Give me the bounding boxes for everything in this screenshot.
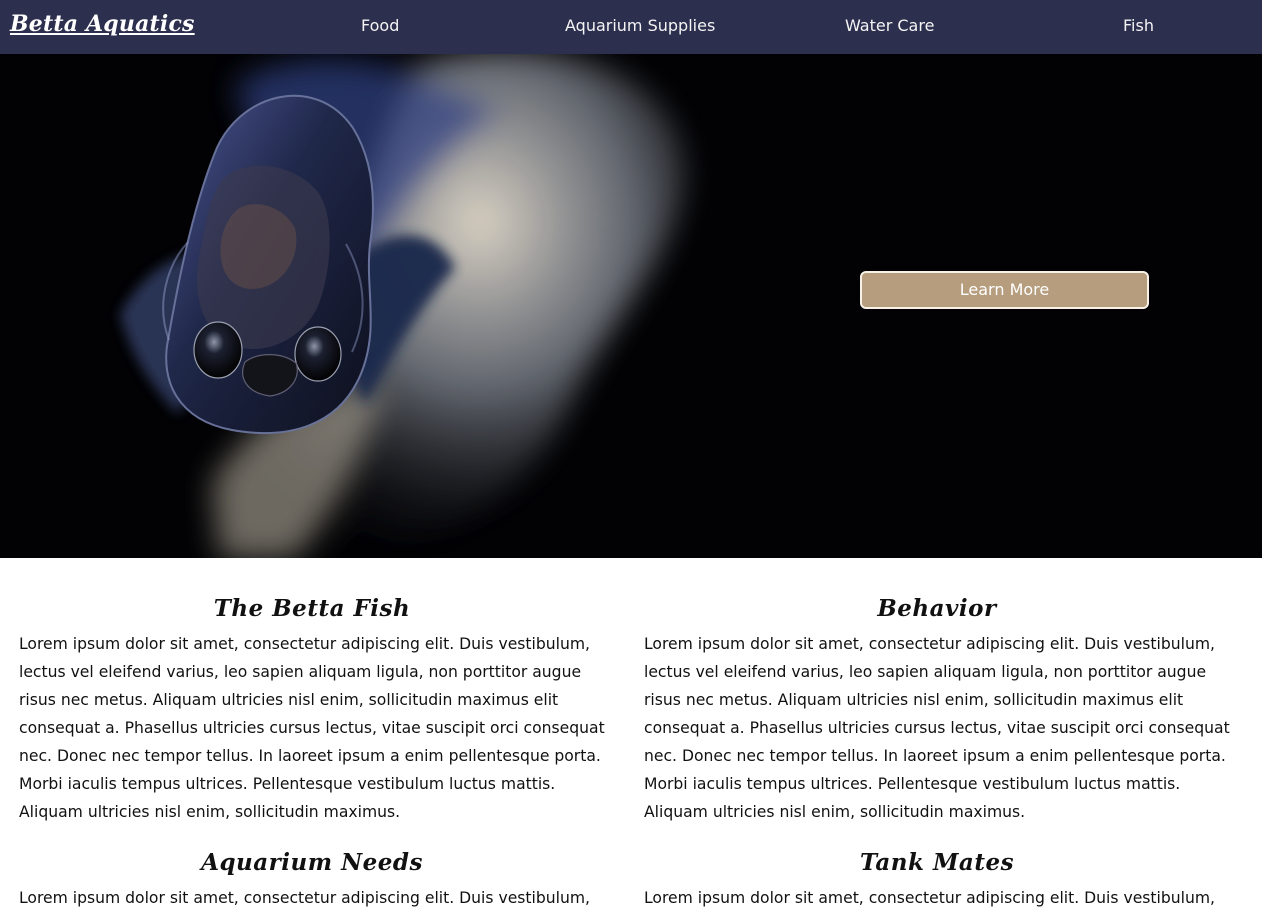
- top-navigation-bar: Betta Aquatics Food Aquarium Supplies Wa…: [0, 0, 1262, 54]
- section-body-text: Lorem ipsum dolor sit amet, consectetur …: [19, 635, 605, 821]
- nav-link-aquarium-supplies[interactable]: Aquarium Supplies: [565, 16, 715, 36]
- section-aquarium-needs: Aquarium Needs Lorem ipsum dolor sit ame…: [19, 848, 605, 910]
- main-content: The Betta Fish Lorem ipsum dolor sit ame…: [0, 558, 1262, 910]
- section-the-betta-fish: The Betta Fish Lorem ipsum dolor sit ame…: [19, 594, 605, 826]
- section-heading: Tank Mates: [859, 849, 1015, 876]
- section-heading: Aquarium Needs: [201, 849, 423, 876]
- section-heading: Behavior: [877, 595, 997, 622]
- section-body-text: Lorem ipsum dolor sit amet, consectetur …: [644, 635, 1230, 821]
- hero-banner: Learn More: [0, 54, 1262, 558]
- nav-link-water-care[interactable]: Water Care: [845, 16, 934, 36]
- site-logo[interactable]: Betta Aquatics: [10, 11, 195, 37]
- section-behavior: Behavior Lorem ipsum dolor sit amet, con…: [644, 594, 1230, 826]
- section-body-text: Lorem ipsum dolor sit amet, consectetur …: [19, 889, 590, 907]
- section-heading: The Betta Fish: [213, 595, 411, 622]
- section-body-text: Lorem ipsum dolor sit amet, consectetur …: [644, 889, 1215, 907]
- section-tank-mates: Tank Mates Lorem ipsum dolor sit amet, c…: [644, 848, 1230, 910]
- learn-more-button[interactable]: Learn More: [860, 271, 1149, 309]
- nav-link-food[interactable]: Food: [361, 16, 399, 36]
- nav-link-fish[interactable]: Fish: [1123, 16, 1154, 36]
